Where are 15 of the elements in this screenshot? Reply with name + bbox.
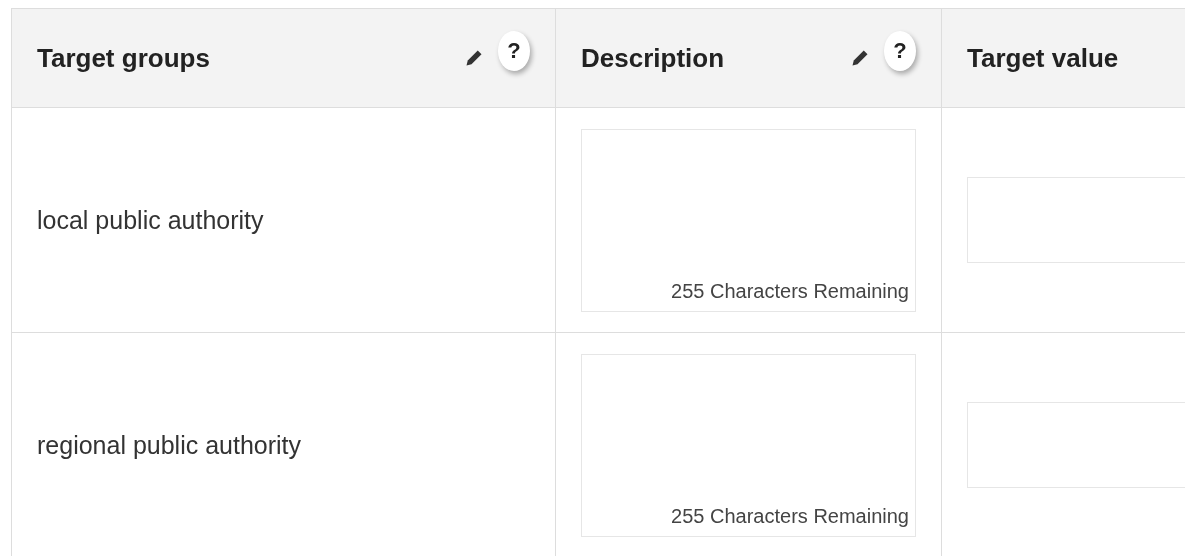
column-title: Target groups [37, 42, 210, 74]
characters-remaining: 255 Characters Remaining [671, 504, 909, 528]
pencil-icon[interactable] [850, 48, 870, 68]
help-icon[interactable]: ? [884, 31, 916, 71]
target-value-input[interactable] [967, 177, 1185, 263]
column-title: Target value [967, 42, 1119, 74]
target-group-name: regional public authority [37, 430, 302, 459]
characters-remaining: 255 Characters Remaining [671, 279, 909, 303]
target-value-input[interactable] [967, 402, 1185, 488]
column-title: Description [581, 42, 725, 74]
description-textarea[interactable]: 255 Characters Remaining [581, 353, 916, 537]
pencil-icon[interactable] [464, 48, 484, 68]
description-textarea[interactable]: 255 Characters Remaining [581, 128, 916, 312]
help-icon[interactable]: ? [498, 31, 530, 71]
target-group-name: local public authority [37, 205, 264, 234]
